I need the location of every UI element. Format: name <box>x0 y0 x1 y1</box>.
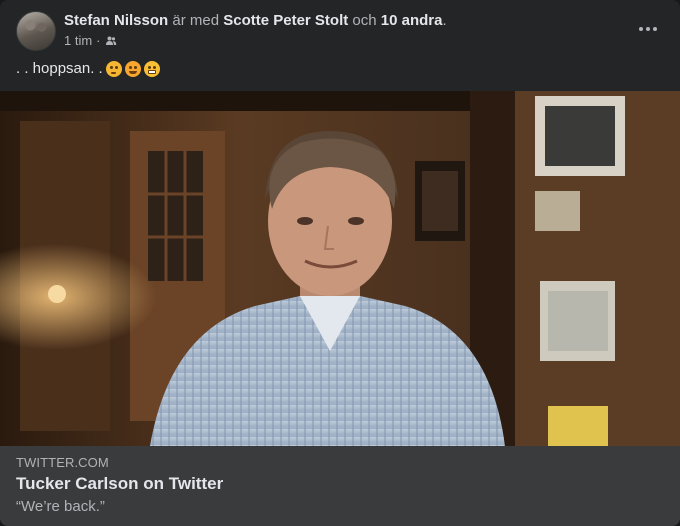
post-header: Stefan Nilsson är med Scotte Peter Stolt… <box>16 11 664 51</box>
post-card: Stefan Nilsson är med Scotte Peter Stolt… <box>0 0 680 526</box>
author-line: Stefan Nilsson är med Scotte Peter Stolt… <box>64 11 447 31</box>
timestamp[interactable]: 1 tim <box>64 33 92 49</box>
link-image[interactable] <box>0 91 680 446</box>
link-description: “We’re back.” <box>16 498 105 515</box>
tagged-person[interactable]: Scotte Peter Stolt <box>223 12 348 29</box>
post-text: . . hoppsan. . <box>16 59 160 79</box>
thinking-face-icon <box>105 61 122 77</box>
link-domain: TWITTER.COM <box>16 455 109 470</box>
period: . <box>442 12 447 29</box>
upside-down-face-icon <box>124 61 141 77</box>
grimacing-face-icon <box>143 61 160 77</box>
author-avatar[interactable] <box>16 11 56 51</box>
post-meta: 1 tim · <box>64 33 117 49</box>
others-link[interactable]: 10 andra <box>381 12 443 29</box>
link-title[interactable]: Tucker Carlson on Twitter <box>16 474 223 494</box>
with-text: är med <box>172 12 220 29</box>
and-text: och <box>352 12 377 29</box>
photo-man-in-cabin <box>0 91 680 446</box>
post-body: . . hoppsan. . <box>16 60 103 77</box>
friends-icon[interactable] <box>105 35 117 47</box>
link-preview[interactable]: TWITTER.COM Tucker Carlson on Twitter “W… <box>0 446 680 526</box>
more-options-icon[interactable] <box>630 13 666 45</box>
author-name[interactable]: Stefan Nilsson <box>64 12 168 29</box>
meta-separator: · <box>96 33 101 48</box>
